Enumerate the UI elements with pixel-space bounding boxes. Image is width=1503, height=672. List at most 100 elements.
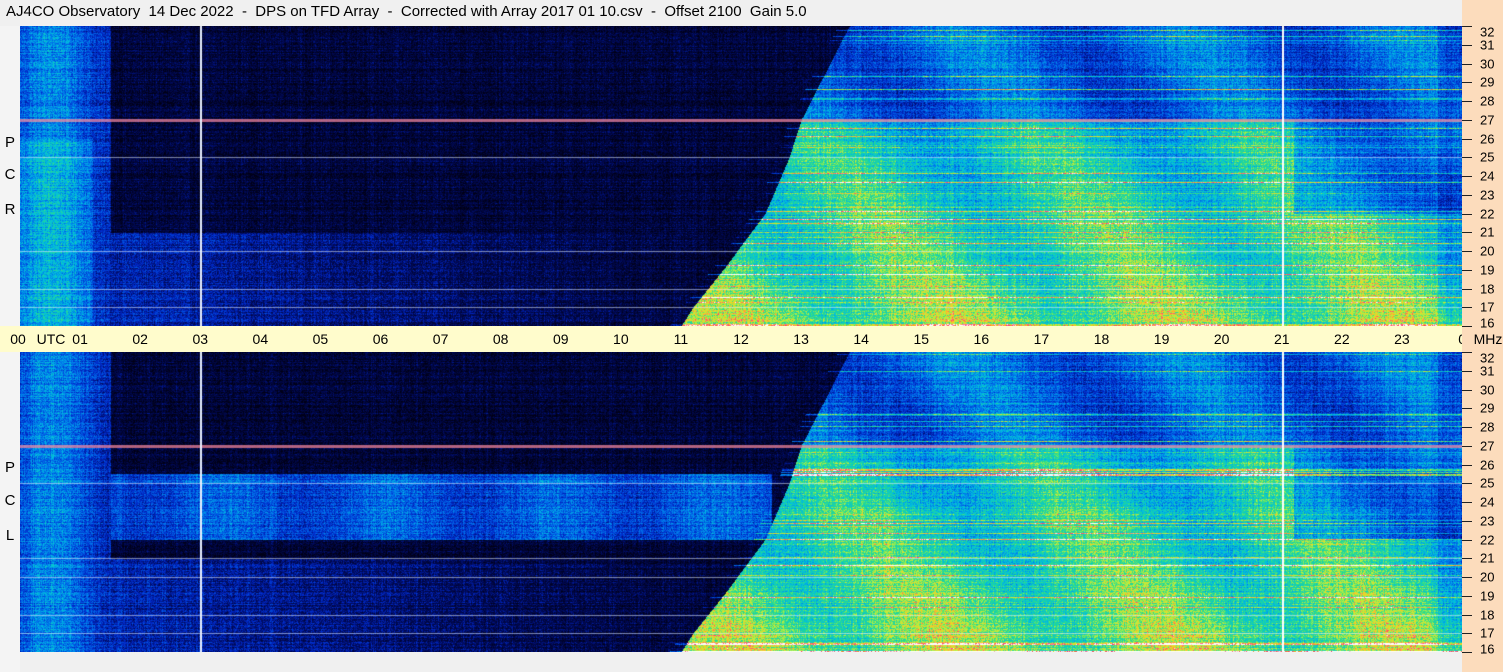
frequency-tick <box>1462 101 1472 102</box>
frequency-tick-label: 30 <box>1480 56 1495 71</box>
frequency-tick <box>1462 120 1472 121</box>
frequency-tick <box>1462 176 1472 177</box>
frequency-tick-label: 20 <box>1480 243 1495 259</box>
frequency-tick <box>1462 214 1472 215</box>
frequency-tick <box>1462 326 1472 327</box>
time-tick-label: 04 <box>252 331 269 347</box>
lcp-letter-p: P <box>4 459 15 476</box>
time-unit-label: UTC <box>36 331 66 347</box>
frequency-tick <box>1462 521 1472 522</box>
time-tick-label: 01 <box>72 331 88 347</box>
time-tick-label: 23 <box>1394 331 1410 347</box>
frequency-tick-label: 25 <box>1480 475 1495 491</box>
frequency-tick <box>1462 195 1472 196</box>
frequency-tick <box>1462 446 1472 447</box>
time-tick-label: 17 <box>1033 331 1050 347</box>
time-tick-label: 16 <box>973 331 990 347</box>
frequency-tick-label: 29 <box>1480 74 1495 90</box>
frequency-tick-label: 16 <box>1480 315 1495 331</box>
time-tick-label: 07 <box>432 331 449 347</box>
frequency-tick <box>1462 652 1472 653</box>
frequency-tick-label: 18 <box>1480 607 1495 622</box>
frequency-tick-label: 26 <box>1480 131 1495 146</box>
time-tick-label: 22 <box>1334 331 1350 347</box>
frequency-tick <box>1462 26 1472 27</box>
frequency-tick <box>1462 633 1472 634</box>
frequency-tick <box>1462 615 1472 616</box>
frequency-tick-label: 20 <box>1480 569 1495 585</box>
time-tick-label: 08 <box>492 331 509 347</box>
frequency-tick-label: 19 <box>1480 588 1495 604</box>
frequency-tick-label: 30 <box>1480 382 1495 397</box>
frequency-tick <box>1462 558 1472 559</box>
frequency-tick-label: 22 <box>1480 206 1495 221</box>
lcp-letter-c: C <box>4 492 16 509</box>
time-tick-label: 21 <box>1273 331 1290 347</box>
frequency-tick-label: 21 <box>1480 550 1495 566</box>
frequency-tick <box>1462 427 1472 428</box>
lcp-letter-l: L <box>5 527 15 544</box>
time-tick-label: 13 <box>793 331 809 347</box>
time-tick-label: 18 <box>1093 331 1110 347</box>
frequency-tick <box>1462 408 1472 409</box>
frequency-tick-label: 16 <box>1480 641 1495 657</box>
frequency-tick <box>1462 270 1472 271</box>
frequency-tick <box>1462 232 1472 233</box>
time-tick-label: 15 <box>913 331 930 347</box>
frequency-tick-label: 17 <box>1480 625 1495 641</box>
frequency-unit-label: MHz <box>1473 331 1503 347</box>
frequency-tick <box>1462 45 1472 46</box>
frequency-tick <box>1462 251 1472 252</box>
time-tick-label: 10 <box>613 331 629 347</box>
frequency-tick-label: 22 <box>1480 532 1495 547</box>
frequency-tick <box>1462 596 1472 597</box>
frequency-tick-label: 29 <box>1480 400 1495 416</box>
time-tick-label: 02 <box>132 331 148 347</box>
time-tick-label: 05 <box>312 331 329 347</box>
time-tick-label: 14 <box>853 331 869 347</box>
frequency-tick <box>1462 390 1472 391</box>
frequency-tick-label: 27 <box>1480 438 1495 454</box>
frequency-tick <box>1462 577 1472 578</box>
frequency-tick-label: 19 <box>1480 262 1495 278</box>
frequency-tick <box>1462 502 1472 503</box>
frequency-tick <box>1462 465 1472 466</box>
time-axis: 00 01 02 03 04 05 06 07 08 09 10 11 12 13 14 15 16 17 18 19… <box>0 326 1474 352</box>
frequency-tick-label: 24 <box>1480 168 1495 184</box>
frequency-tick-label: 28 <box>1480 93 1495 109</box>
frequency-tick-label: 24 <box>1480 494 1495 510</box>
frequency-tick <box>1462 307 1472 308</box>
page-title: AJ4CO Observatory 14 Dec 2022 - DPS on T… <box>6 3 807 20</box>
frequency-tick <box>1462 157 1472 158</box>
time-tick-label: 20 <box>1213 331 1230 347</box>
time-tick-label: 03 <box>192 331 209 347</box>
frequency-tick-label: 25 <box>1480 149 1495 165</box>
frequency-tick-label: 28 <box>1480 419 1495 435</box>
lcp-spectrogram <box>20 352 1462 652</box>
frequency-tick <box>1462 371 1472 372</box>
frequency-tick-label: 18 <box>1480 281 1495 296</box>
frequency-tick <box>1462 352 1472 353</box>
frequency-tick-label: 23 <box>1480 187 1495 203</box>
time-tick-label: 12 <box>733 331 749 347</box>
rcp-spectrogram <box>20 26 1462 326</box>
frequency-tick <box>1462 540 1472 541</box>
time-tick-label: 19 <box>1153 331 1170 347</box>
rcp-letter-r: R <box>4 201 16 218</box>
frequency-tick-label: 31 <box>1480 363 1495 379</box>
frequency-tick-label: 21 <box>1480 224 1495 240</box>
time-tick-label: 00 <box>10 331 26 347</box>
time-tick-label: 09 <box>552 331 569 347</box>
frequency-tick-label: 23 <box>1480 513 1495 529</box>
frequency-tick-label: 17 <box>1480 299 1495 315</box>
frequency-tick-label: 27 <box>1480 112 1495 128</box>
frequency-tick-label: 26 <box>1480 457 1495 472</box>
frequency-tick <box>1462 289 1472 290</box>
frequency-tick <box>1462 139 1472 140</box>
time-tick-label: 06 <box>372 331 389 347</box>
frequency-tick <box>1462 483 1472 484</box>
frequency-tick-label: 31 <box>1480 37 1495 53</box>
frequency-tick <box>1462 64 1472 65</box>
frequency-tick-label: 32 <box>1480 24 1495 40</box>
rcp-letter-c: C <box>4 166 16 183</box>
